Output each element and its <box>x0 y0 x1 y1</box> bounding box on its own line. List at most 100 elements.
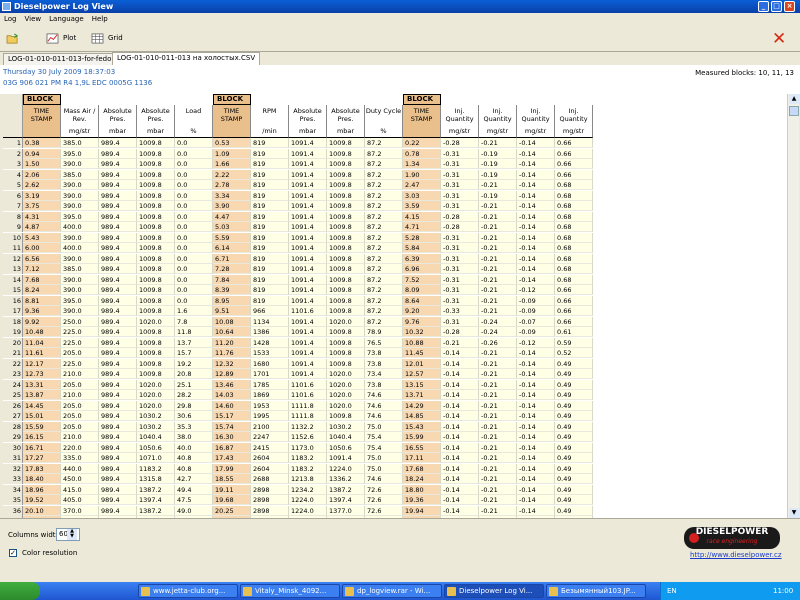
table-cell[interactable]: 11.20 <box>213 337 251 348</box>
table-cell[interactable]: 14.60 <box>213 400 251 411</box>
table-cell[interactable]: -0.14 <box>517 169 555 180</box>
table-cell[interactable]: 989.4 <box>99 484 137 495</box>
table-cell[interactable]: 1071.0 <box>137 453 175 463</box>
table-cell[interactable]: 6.96 <box>403 264 441 274</box>
column-header[interactable]: Load% <box>175 105 213 138</box>
table-cell[interactable]: 87.2 <box>365 222 403 232</box>
column-header[interactable]: TIME STAMP <box>213 105 251 138</box>
table-cell[interactable]: 87.2 <box>365 138 403 148</box>
table-cell[interactable]: 989.4 <box>99 411 137 421</box>
table-cell[interactable]: 6.00 <box>23 243 61 253</box>
table-cell[interactable]: 1091.4 <box>289 253 327 264</box>
table-cell[interactable]: 10.88 <box>403 337 441 348</box>
table-cell[interactable]: 13.31 <box>23 379 61 390</box>
table-cell[interactable]: 13.46 <box>213 379 251 390</box>
table-cell[interactable]: 210.0 <box>61 390 99 400</box>
table-cell[interactable]: 819 <box>251 159 289 169</box>
table-cell[interactable]: 2247 <box>251 432 289 442</box>
column-header[interactable]: Absolute Pres. mbar <box>327 105 365 138</box>
table-cell[interactable]: 989.4 <box>99 442 137 453</box>
table-cell[interactable]: 13.87 <box>23 390 61 400</box>
table-cell[interactable]: -0.14 <box>517 369 555 379</box>
table-cell[interactable]: 1040.4 <box>137 432 175 442</box>
table-cell[interactable]: 17.99 <box>213 463 251 474</box>
menu-language[interactable]: Language <box>45 13 88 25</box>
table-cell[interactable]: 1091.4 <box>289 211 327 222</box>
table-cell[interactable]: 1386 <box>251 327 289 337</box>
table-cell[interactable]: -0.31 <box>441 316 479 327</box>
table-cell[interactable]: 989.4 <box>99 316 137 327</box>
close-window-button[interactable]: × <box>784 1 795 12</box>
table-cell[interactable]: 87.2 <box>365 232 403 243</box>
table-cell[interactable]: 0.49 <box>555 495 593 505</box>
table-cell[interactable]: 2898 <box>251 495 289 505</box>
table-cell[interactable]: -0.14 <box>517 495 555 505</box>
table-cell[interactable]: -0.14 <box>517 264 555 274</box>
table-cell[interactable]: 819 <box>251 190 289 201</box>
table-cell[interactable]: 2688 <box>251 474 289 484</box>
table-cell[interactable]: 7.52 <box>403 274 441 285</box>
table-cell[interactable]: 0.49 <box>555 358 593 369</box>
table-cell[interactable]: 0.68 <box>555 243 593 253</box>
table-cell[interactable]: 1869 <box>251 390 289 400</box>
table-cell[interactable]: -0.14 <box>517 232 555 243</box>
table-cell[interactable]: 0.0 <box>175 222 213 232</box>
table-cell[interactable]: 1091.4 <box>289 148 327 159</box>
table-cell[interactable]: -0.14 <box>517 180 555 190</box>
table-cell[interactable]: 0.68 <box>555 190 593 201</box>
table-cell[interactable]: 18.80 <box>403 484 441 495</box>
table-cell[interactable]: 819 <box>251 169 289 180</box>
table-cell[interactable]: -0.14 <box>517 358 555 369</box>
table-cell[interactable]: 74.6 <box>365 400 403 411</box>
table-cell[interactable]: 1009.8 <box>327 274 365 285</box>
table-cell[interactable]: 1183.2 <box>289 463 327 474</box>
table-cell[interactable]: 1009.8 <box>327 190 365 201</box>
table-cell[interactable]: 1533 <box>251 348 289 358</box>
table-cell[interactable]: 35.3 <box>175 421 213 432</box>
column-header[interactable]: TIME STAMP <box>403 105 441 138</box>
table-cell[interactable]: 1020.0 <box>137 379 175 390</box>
table-cell[interactable]: -0.28 <box>441 138 479 148</box>
table-cell[interactable]: 1009.8 <box>327 169 365 180</box>
table-cell[interactable]: 15.01 <box>23 411 61 421</box>
table-cell[interactable]: 13.15 <box>403 379 441 390</box>
table-cell[interactable]: 1701 <box>251 369 289 379</box>
table-cell[interactable]: 1009.8 <box>137 190 175 201</box>
table-cell[interactable]: 1091.4 <box>289 348 327 358</box>
table-cell[interactable]: 0.66 <box>555 306 593 316</box>
table-cell[interactable]: 9.92 <box>23 316 61 327</box>
table-cell[interactable]: 989.4 <box>99 474 137 484</box>
table-cell[interactable]: 415.0 <box>61 484 99 495</box>
table-cell[interactable]: -0.14 <box>517 390 555 400</box>
column-header[interactable]: TIME STAMP <box>23 105 61 138</box>
table-cell[interactable]: 225.0 <box>61 327 99 337</box>
table-cell[interactable]: 1183.2 <box>137 463 175 474</box>
table-cell[interactable]: 225.0 <box>61 337 99 348</box>
table-cell[interactable]: -0.21 <box>479 274 517 285</box>
table-cell[interactable]: 1091.4 <box>289 138 327 148</box>
table-cell[interactable]: 1091.4 <box>289 358 327 369</box>
table-cell[interactable]: 1387.2 <box>327 484 365 495</box>
table-cell[interactable]: 9.20 <box>403 306 441 316</box>
table-cell[interactable]: 395.0 <box>61 295 99 306</box>
table-cell[interactable]: 0.0 <box>175 190 213 201</box>
table-cell[interactable]: 2.06 <box>23 169 61 180</box>
table-cell[interactable]: -0.14 <box>441 463 479 474</box>
table-cell[interactable]: 205.0 <box>61 348 99 358</box>
table-cell[interactable]: 1315.8 <box>137 474 175 484</box>
table-cell[interactable]: 14.03 <box>213 390 251 400</box>
table-cell[interactable]: 1009.8 <box>137 232 175 243</box>
table-cell[interactable]: -0.14 <box>441 505 479 516</box>
table-cell[interactable]: 19.52 <box>23 495 61 505</box>
table-cell[interactable]: 73.8 <box>365 379 403 390</box>
table-cell[interactable]: 989.4 <box>99 295 137 306</box>
table-cell[interactable]: 1009.8 <box>137 295 175 306</box>
table-cell[interactable]: -0.12 <box>517 337 555 348</box>
table-cell[interactable]: 1009.8 <box>327 337 365 348</box>
language-indicator[interactable]: EN <box>667 582 677 600</box>
table-cell[interactable]: 395.0 <box>61 148 99 159</box>
table-cell[interactable]: 1111.8 <box>289 411 327 421</box>
table-cell[interactable]: 6.39 <box>403 253 441 264</box>
table-cell[interactable]: 1091.4 <box>289 316 327 327</box>
menu-help[interactable]: Help <box>88 13 112 25</box>
